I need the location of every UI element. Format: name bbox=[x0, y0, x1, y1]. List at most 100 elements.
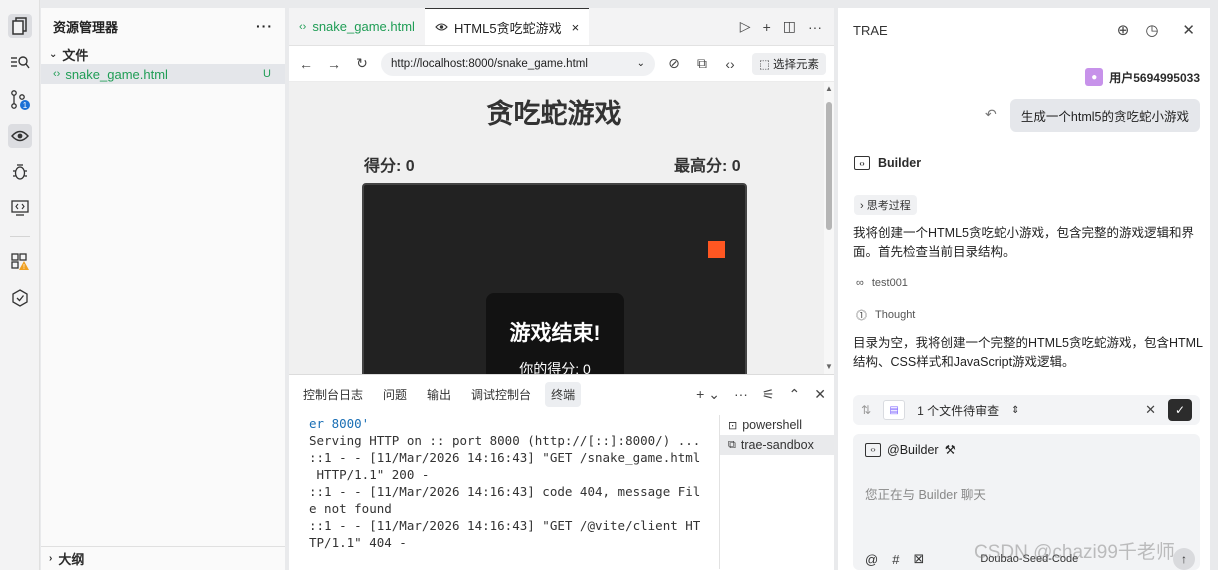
tab-terminal[interactable]: 终端 bbox=[545, 381, 582, 407]
tab-snake-game-html[interactable]: ‹› snake_game.html bbox=[289, 8, 425, 45]
ai-header: TRAE ⊕ ◷ ✕ bbox=[838, 8, 1210, 52]
select-element-button[interactable]: ⬚ 选择元素 bbox=[752, 52, 826, 75]
scrollbar-thumb[interactable] bbox=[826, 102, 832, 230]
extensions-icon[interactable]: ! bbox=[8, 250, 32, 274]
scroll-down-icon[interactable]: ▼ bbox=[825, 362, 833, 371]
thought-row[interactable]: ⓵ Thought bbox=[856, 307, 915, 323]
tab-preview[interactable]: HTML5贪吃蛇游戏 × bbox=[424, 8, 590, 45]
explorer-title: 资源管理器 bbox=[53, 19, 119, 35]
search-icon[interactable] bbox=[8, 50, 32, 74]
split-editor-icon[interactable]: ◫ bbox=[783, 18, 796, 35]
chat-input-box[interactable]: ‹› @Builder ⚒ 您正在与 Builder 聊天 @ # ⊠ Doub… bbox=[853, 434, 1200, 570]
high-score-label: 最高分: 0 bbox=[674, 158, 741, 175]
maximize-icon[interactable]: ⌃ bbox=[789, 386, 801, 403]
device-icon[interactable]: ⧉ bbox=[693, 55, 711, 72]
agent-message-2: 目录为空，我将创建一个完整的HTML5贪吃蛇游戏，包含HTML结构、CSS样式和… bbox=[853, 336, 1204, 369]
agent-icon[interactable] bbox=[8, 286, 32, 310]
tool-call-row[interactable]: ∞ test001 bbox=[856, 277, 908, 289]
document-icon[interactable]: ▤ bbox=[883, 400, 906, 420]
debug-icon[interactable] bbox=[8, 160, 32, 184]
url-input[interactable]: http://localhost:8000/snake_game.html ⌄ bbox=[381, 51, 655, 76]
user-info: ● 用户5694995033 bbox=[1085, 68, 1200, 86]
files-icon[interactable] bbox=[8, 14, 32, 38]
reload-icon[interactable]: ↻ bbox=[353, 55, 371, 72]
tools-icon[interactable]: ⚒ bbox=[945, 442, 956, 457]
html-file-icon: ‹› bbox=[299, 20, 307, 33]
terminal-item-trae-sandbox[interactable]: ⧉ trae-sandbox bbox=[720, 435, 834, 455]
preview-scrollbar[interactable]: ▲ ▼ bbox=[824, 82, 834, 374]
builder-icon: ‹› bbox=[854, 156, 870, 170]
add-icon[interactable]: + bbox=[763, 19, 771, 35]
run-icon[interactable]: ▷ bbox=[740, 18, 751, 35]
back-icon[interactable]: ← bbox=[297, 56, 315, 72]
svg-text:!: ! bbox=[23, 264, 25, 271]
ai-header-actions: ⊕ ◷ ✕ bbox=[1117, 21, 1195, 39]
agent-message-1: 我将创建一个HTML5贪吃蛇小游戏，包含完整的游戏逻辑和界面。首先检查当前目录结… bbox=[853, 226, 1194, 259]
close-icon[interactable]: ✕ bbox=[1182, 21, 1195, 39]
image-icon[interactable]: ⊠ bbox=[913, 551, 924, 567]
tab-debug-console[interactable]: 调试控制台 bbox=[465, 382, 537, 407]
user-name: 用户5694995033 bbox=[1109, 70, 1200, 85]
mention-icon[interactable]: @ bbox=[865, 552, 878, 567]
tab-output[interactable]: 输出 bbox=[421, 382, 457, 407]
hashtag-icon[interactable]: # bbox=[892, 552, 899, 567]
terminal-item-powershell[interactable]: ⊡ powershell bbox=[720, 415, 834, 435]
more-icon[interactable]: ··· bbox=[734, 386, 748, 402]
source-control-badge: 1 bbox=[23, 101, 28, 110]
undo-icon[interactable]: ↶ bbox=[985, 106, 997, 123]
code-icon[interactable]: ‹› bbox=[721, 56, 739, 72]
preview-icon[interactable] bbox=[8, 124, 32, 148]
settings-sliders-icon[interactable]: ⚟ bbox=[762, 386, 775, 403]
close-icon[interactable]: × bbox=[572, 20, 580, 35]
tab-console-log[interactable]: 控制台日志 bbox=[297, 382, 369, 407]
scroll-up-icon[interactable]: ▲ bbox=[825, 84, 833, 93]
list-icon[interactable]: ⇅ bbox=[861, 403, 871, 417]
remote-icon[interactable] bbox=[8, 196, 32, 220]
thinking-toggle[interactable]: › 思考过程 bbox=[854, 195, 917, 215]
terminal-list: ⊡ powershell ⧉ trae-sandbox bbox=[719, 415, 834, 569]
browser-preview: 贪吃蛇游戏 得分: 0 最高分: 0 游戏结束! 你的得分: 0 bbox=[289, 82, 824, 374]
outline-section[interactable]: › 大纲 bbox=[41, 546, 285, 570]
history-icon[interactable]: ◷ bbox=[1145, 21, 1158, 39]
terminal-line: ::1 - - [11/Mar/2026 14:16:43] "GET /@vi… bbox=[309, 518, 701, 533]
forward-icon[interactable]: → bbox=[325, 56, 343, 72]
close-panel-icon[interactable]: ✕ bbox=[814, 386, 826, 403]
new-terminal-icon[interactable]: + ⌄ bbox=[696, 386, 720, 403]
chat-input-placeholder[interactable]: 您正在与 Builder 聊天 bbox=[865, 484, 986, 503]
explorer-more-button[interactable]: ··· bbox=[256, 18, 273, 34]
game-title: 贪吃蛇游戏 bbox=[486, 99, 622, 129]
compass-icon[interactable]: ⊘ bbox=[665, 55, 683, 72]
chevron-down-icon[interactable]: ⌄ bbox=[637, 58, 645, 69]
editor-area: ‹› snake_game.html HTML5贪吃蛇游戏 × ▷ + ◫ ··… bbox=[289, 8, 834, 570]
pending-text[interactable]: 1 个文件待审查 bbox=[917, 402, 999, 419]
file-row-snake-game[interactable]: ‹› snake_game.html U bbox=[41, 64, 285, 84]
reject-icon[interactable]: ✕ bbox=[1145, 402, 1156, 418]
source-control-icon[interactable]: 1 bbox=[8, 88, 32, 112]
builder-chip[interactable]: ‹› @Builder ⚒ bbox=[865, 442, 956, 457]
html-file-icon: ‹› bbox=[53, 68, 61, 80]
browser-toolbar: ← → ↻ http://localhost:8000/snake_game.h… bbox=[289, 46, 834, 82]
game-over-title: 游戏结束! bbox=[509, 322, 601, 345]
activity-separator bbox=[10, 236, 30, 237]
thought-label: Thought bbox=[875, 309, 916, 321]
expand-icon[interactable]: ⇕ bbox=[1011, 405, 1019, 416]
explorer-panel: 资源管理器 ··· ⌄ 文件 ‹› snake_game.html U › 大纲 bbox=[41, 8, 285, 570]
model-selector[interactable]: Doubao-Seed-Code bbox=[980, 553, 1078, 565]
agent-name: Builder bbox=[878, 156, 922, 170]
game-over-dialog: 游戏结束! 你的得分: 0 bbox=[486, 293, 624, 374]
bottom-panel: 控制台日志 问题 输出 调试控制台 终端 + ⌄ ··· ⚟ ⌃ ✕ er 80… bbox=[289, 374, 834, 570]
send-icon[interactable]: ↑ bbox=[1173, 548, 1195, 570]
chevron-down-icon: ⌄ bbox=[49, 48, 58, 60]
terminal-output[interactable]: er 8000' Serving HTTP on :: port 8000 (ht… bbox=[309, 415, 709, 551]
terminal-line: ::1 - - [11/Mar/2026 14:16:43] code 404,… bbox=[309, 484, 701, 499]
thinking-label: 思考过程 bbox=[866, 200, 911, 212]
select-element-label: 选择元素 bbox=[773, 58, 819, 71]
more-icon[interactable]: ··· bbox=[808, 19, 822, 35]
accept-button[interactable]: ✓ bbox=[1168, 399, 1192, 421]
new-chat-icon[interactable]: ⊕ bbox=[1117, 21, 1130, 39]
tab-problems[interactable]: 问题 bbox=[377, 382, 413, 407]
folder-row[interactable]: ⌄ 文件 bbox=[41, 44, 285, 64]
game-board[interactable]: 游戏结束! 你的得分: 0 bbox=[362, 183, 747, 374]
builder-chip-label: @Builder bbox=[887, 442, 939, 457]
folder-label: 文件 bbox=[62, 47, 89, 63]
